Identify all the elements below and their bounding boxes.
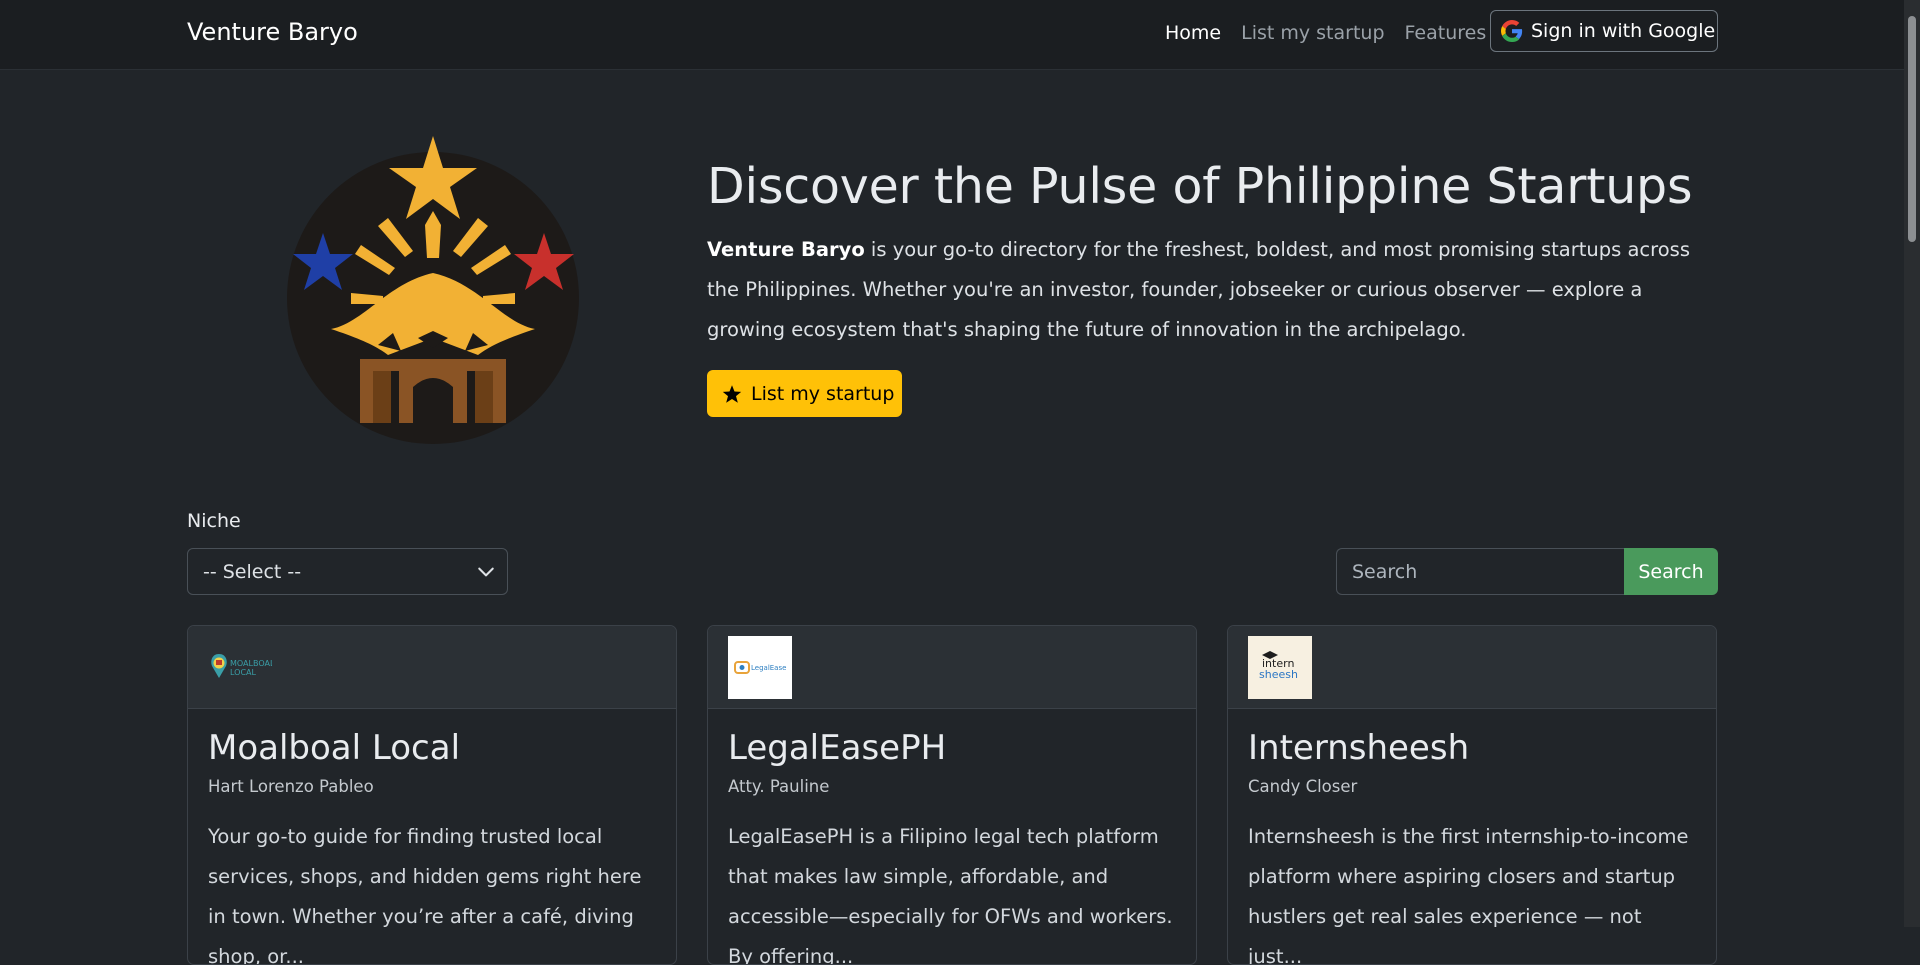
google-icon — [1501, 20, 1523, 42]
card-title: LegalEasePH — [728, 728, 947, 768]
list-my-startup-button[interactable]: List my startup — [707, 370, 902, 417]
navbar: Venture Baryo Home List my startup Featu… — [0, 0, 1920, 70]
startup-card[interactable]: MOALBOAL LOCAL Moalboal Local Hart Loren… — [187, 625, 677, 965]
venture-baryo-logo — [287, 136, 579, 444]
star-icon — [722, 384, 742, 403]
card-description: Internsheesh is the first internship-to-… — [1248, 825, 1689, 965]
brand-link[interactable]: Venture Baryo — [187, 18, 358, 46]
nav-link-list-my-startup[interactable]: List my startup — [1241, 22, 1384, 44]
card-header: MOALBOAL LOCAL — [188, 626, 676, 709]
hero-description-brand: Venture Baryo — [707, 238, 865, 261]
search-placeholder: Search — [1352, 560, 1418, 583]
sign-in-google-label: Sign in with Google — [1531, 20, 1716, 42]
list-my-startup-label: List my startup — [751, 382, 895, 405]
card-title: Moalboal Local — [208, 728, 461, 768]
nav-links: Home List my startup Features — [1165, 22, 1486, 44]
niche-select-value: -- Select -- — [203, 560, 302, 583]
internsheesh-logo: intern sheesh — [1248, 636, 1312, 699]
svg-text:LegalEase: LegalEase — [751, 664, 786, 672]
card-header: LegalEase — [708, 626, 1196, 709]
svg-text:MOALBOAL: MOALBOAL — [230, 659, 272, 668]
card-description: Your go-to guide for finding trusted loc… — [208, 825, 642, 965]
svg-text:LOCAL: LOCAL — [230, 668, 257, 677]
search-input[interactable]: Search — [1336, 548, 1624, 595]
svg-text:sheesh: sheesh — [1259, 668, 1298, 681]
card-description: LegalEasePH is a Filipino legal tech pla… — [728, 825, 1173, 965]
hero-title: Discover the Pulse of Philippine Startup… — [707, 158, 1693, 215]
scrollbar[interactable] — [1904, 0, 1920, 927]
startup-card[interactable]: LegalEase LegalEasePH Atty. Pauline Lega… — [707, 625, 1197, 965]
nav-link-home[interactable]: Home — [1165, 22, 1221, 44]
card-owner: Hart Lorenzo Pableo — [208, 777, 374, 796]
nav-link-features[interactable]: Features — [1405, 22, 1487, 44]
niche-label: Niche — [187, 510, 241, 532]
search-button[interactable]: Search — [1624, 548, 1718, 595]
card-title: Internsheesh — [1248, 728, 1470, 768]
legalease-logo: LegalEase — [728, 636, 792, 699]
scrollbar-thumb[interactable] — [1908, 16, 1916, 242]
card-owner: Candy Closer — [1248, 777, 1358, 796]
card-header: intern sheesh — [1228, 626, 1716, 709]
niche-select[interactable]: -- Select -- — [187, 548, 508, 595]
hero-description: Venture Baryo is your go-to directory fo… — [707, 230, 1723, 350]
search-group: Search Search — [1336, 548, 1718, 595]
sign-in-google-button[interactable]: Sign in with Google — [1490, 10, 1718, 52]
card-owner: Atty. Pauline — [728, 777, 830, 796]
moalboal-local-logo: MOALBOAL LOCAL — [211, 654, 272, 678]
chevron-down-icon — [478, 567, 494, 577]
startup-card[interactable]: intern sheesh Internsheesh Candy Closer … — [1227, 625, 1717, 965]
